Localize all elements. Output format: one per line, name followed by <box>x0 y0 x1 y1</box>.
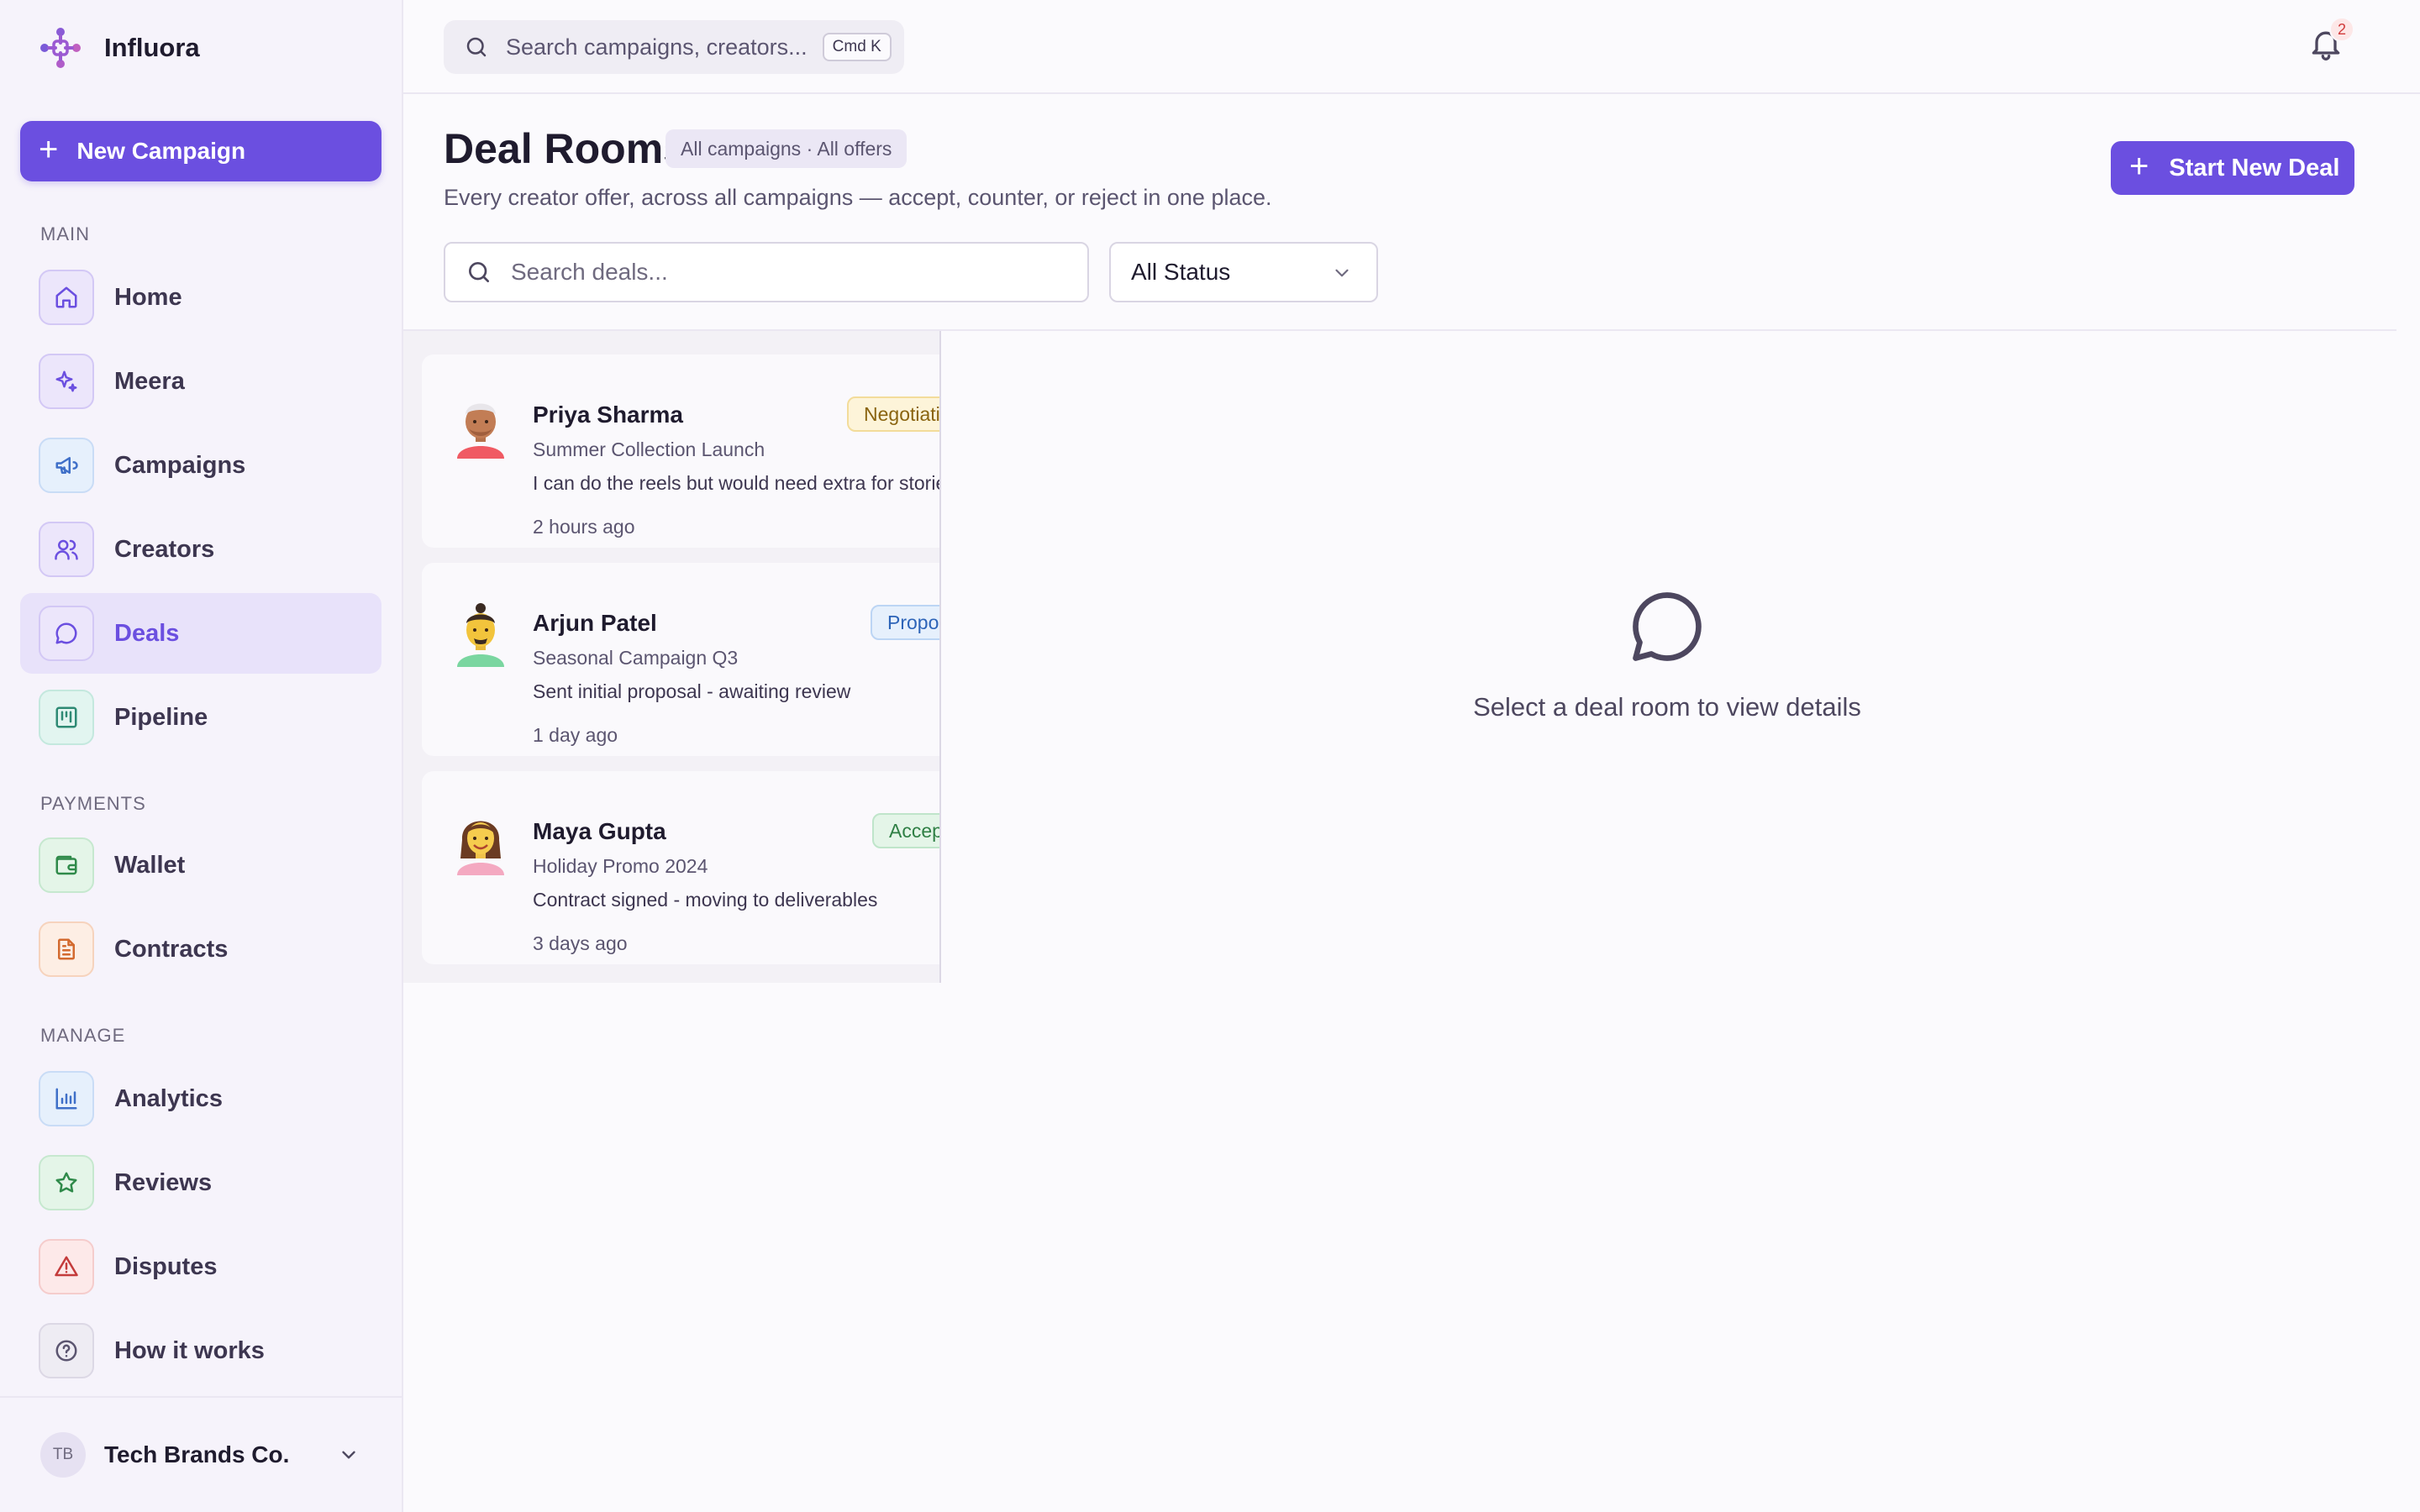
global-search[interactable]: Search campaigns, creators... Cmd K <box>444 20 904 74</box>
search-icon <box>466 37 487 57</box>
avatar: TB <box>40 1432 86 1478</box>
sidebar-item-label: Analytics <box>114 1084 223 1112</box>
creator-name: Priya Sharma <box>533 402 683 428</box>
creator-avatar <box>457 403 504 459</box>
chevron-down-icon <box>342 1451 355 1459</box>
home-icon <box>39 270 94 325</box>
sidebar-item-label: Reviews <box>114 1168 213 1196</box>
deal-last-message: Sent initial proposal - awaiting review <box>533 680 851 702</box>
sidebar-item-label: Contracts <box>114 935 229 963</box>
creator-avatar <box>457 821 504 875</box>
sidebar-item-meera[interactable]: Meera <box>20 341 381 422</box>
status-badge: Negotiating <box>847 396 941 432</box>
sidebar-item-analytics[interactable]: Analytics <box>20 1058 381 1139</box>
sidebar-item-label: Pipeline <box>114 703 208 731</box>
sparkles-icon <box>39 354 94 409</box>
topbar: Search campaigns, creators... Cmd K 2 <box>403 0 2420 94</box>
bar-chart-icon <box>39 1071 94 1126</box>
sidebar-item-label: Creators <box>114 535 215 563</box>
sidebar-item-campaigns[interactable]: Campaigns <box>20 425 381 506</box>
users-icon <box>39 522 94 577</box>
sidebar-item-label: Campaigns <box>114 451 246 479</box>
sidebar-item-label: How it works <box>114 1336 265 1364</box>
sidebar-item-creators[interactable]: Creators <box>20 509 381 590</box>
warning-icon <box>39 1239 94 1294</box>
sidebar-item-label: Wallet <box>114 851 186 879</box>
status-badge: Accepted <box>872 813 941 848</box>
wallet-icon <box>39 837 94 893</box>
plus-icon: + <box>39 131 59 168</box>
status-filter-value: All Status <box>1131 259 1231 285</box>
deal-timestamp: 2 hours ago <box>533 516 635 538</box>
sidebar-item-label: Home <box>114 283 182 311</box>
chat-bubble-icon <box>39 606 94 661</box>
deal-campaign: Seasonal Campaign Q3 <box>533 647 739 669</box>
status-badge: Proposed <box>871 605 941 640</box>
deal-card[interactable]: Priya Sharma Negotiating Summer Collecti… <box>422 354 941 548</box>
deal-card[interactable]: Maya Gupta Accepted Holiday Promo 2024 C… <box>422 771 941 964</box>
section-title-manage: MANAGE <box>40 1025 126 1046</box>
deal-campaign: Holiday Promo 2024 <box>533 855 708 877</box>
sidebar-item-label: Disputes <box>114 1252 218 1280</box>
new-campaign-button[interactable]: + New Campaign <box>20 121 381 181</box>
megaphone-icon <box>39 438 94 493</box>
page-title: Deal Rooms <box>444 125 687 172</box>
shortcut-hint: Cmd K <box>822 33 892 61</box>
section-title-main: MAIN <box>40 223 90 244</box>
new-campaign-label: New Campaign <box>76 138 246 164</box>
influora-logo-icon <box>40 28 81 68</box>
sidebar-item-wallet[interactable]: Wallet <box>20 825 381 906</box>
page-subtitle: Every creator offer, across all campaign… <box>444 185 1272 210</box>
global-search-placeholder: Search campaigns, creators... <box>506 34 808 60</box>
deal-last-message: I can do the reels but would need extra … <box>533 472 941 494</box>
search-icon <box>469 262 489 282</box>
start-new-deal-button[interactable]: + Start New Deal <box>2111 141 2354 195</box>
creator-name: Maya Gupta <box>533 818 666 844</box>
deal-search[interactable] <box>444 242 1089 302</box>
help-circle-icon <box>39 1323 94 1378</box>
deal-search-input[interactable] <box>511 259 1065 286</box>
chat-bubble-icon <box>1625 585 1709 669</box>
plus-icon: + <box>2129 148 2149 185</box>
kanban-icon <box>39 690 94 745</box>
sidebar-item-home[interactable]: Home <box>20 257 381 338</box>
deal-timestamp: 3 days ago <box>533 932 628 954</box>
sidebar-item-how-it-works[interactable]: How it works <box>20 1310 381 1391</box>
deal-campaign: Summer Collection Launch <box>533 438 765 460</box>
brand-name: Influora <box>104 33 200 62</box>
org-switcher[interactable]: TB Tech Brands Co. <box>0 1396 402 1512</box>
sidebar-item-reviews[interactable]: Reviews <box>20 1142 381 1223</box>
empty-state-text: Select a deal room to view details <box>1473 692 1861 722</box>
sidebar: Influora + New Campaign MAIN Home Meera … <box>0 0 403 1512</box>
sidebar-item-contracts[interactable]: Contracts <box>20 909 381 990</box>
chevron-down-icon <box>1335 269 1349 277</box>
sidebar-item-label: Meera <box>114 367 185 395</box>
scope-chip: All campaigns · All offers <box>666 129 908 168</box>
sidebar-item-label: Deals <box>114 619 180 647</box>
creator-avatar <box>457 603 504 667</box>
deal-list-divider <box>939 331 941 983</box>
app-root: Influora + New Campaign MAIN Home Meera … <box>0 0 2420 1512</box>
document-icon <box>39 921 94 977</box>
deal-list: Priya Sharma Negotiating Summer Collecti… <box>403 331 941 983</box>
start-new-deal-label: Start New Deal <box>2169 154 2340 181</box>
sidebar-item-disputes[interactable]: Disputes <box>20 1226 381 1307</box>
deal-card[interactable]: Arjun Patel Proposed Seasonal Campaign Q… <box>422 563 941 756</box>
notification-count-badge: 2 <box>2329 17 2354 42</box>
section-title-payments: PAYMENTS <box>40 793 146 814</box>
sidebar-item-pipeline[interactable]: Pipeline <box>20 677 381 758</box>
sidebar-item-deals[interactable]: Deals <box>20 593 381 674</box>
status-filter-select[interactable]: All Status <box>1109 242 1378 302</box>
creator-name: Arjun Patel <box>533 610 657 636</box>
brand[interactable]: Influora <box>37 24 200 72</box>
deal-timestamp: 1 day ago <box>533 724 618 746</box>
deal-last-message: Contract signed - moving to deliverables <box>533 889 878 911</box>
star-icon <box>39 1155 94 1210</box>
org-name: Tech Brands Co. <box>104 1441 290 1467</box>
